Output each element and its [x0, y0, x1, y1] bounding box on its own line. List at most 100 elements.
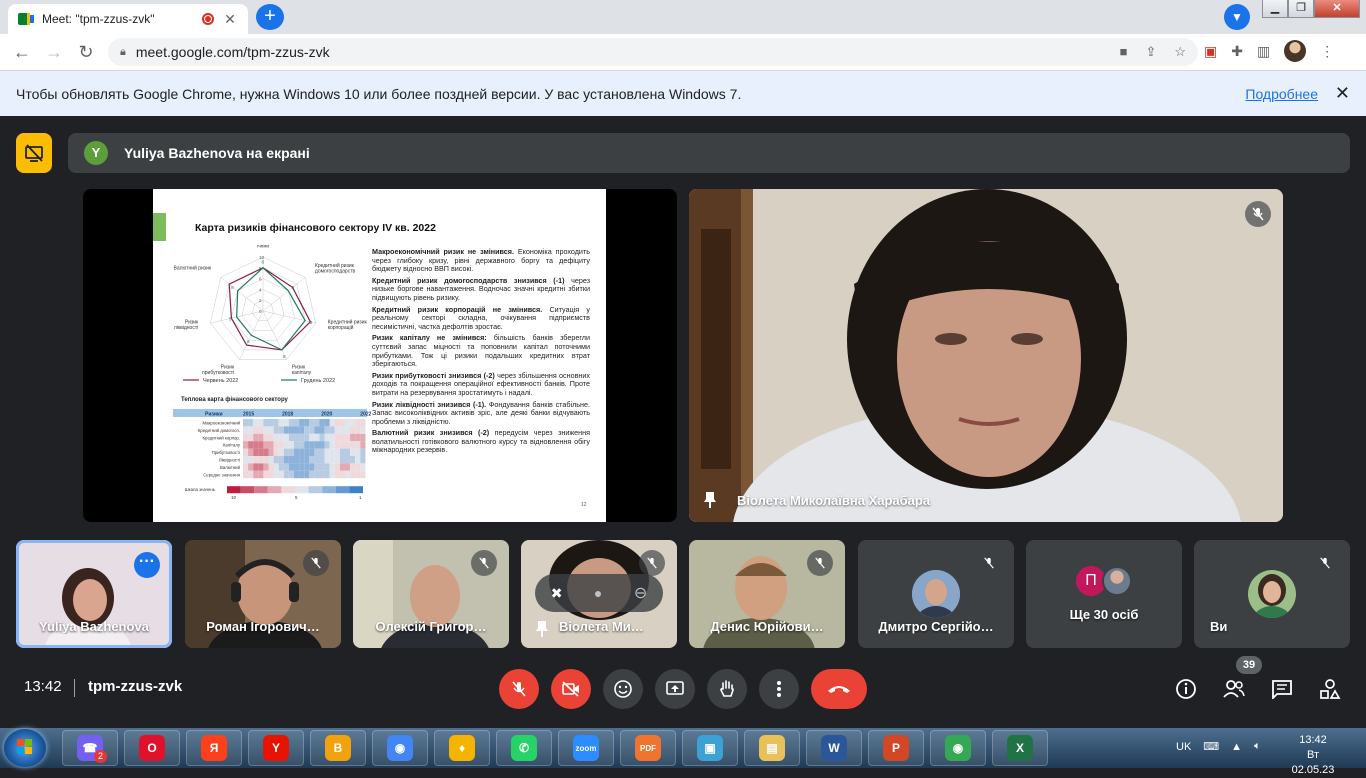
heatmap-cell [278, 441, 284, 449]
extensions-puzzle-icon[interactable]: ✚ [1231, 43, 1243, 60]
back-arrow-icon[interactable]: ← [6, 42, 38, 63]
taskbar-app-whatsapp[interactable]: ✆ [496, 730, 552, 766]
minimize-icon[interactable]: ▁ [1262, 0, 1288, 18]
keyboard-icon[interactable]: ⌨ [1203, 740, 1219, 753]
opera-icon: O [139, 735, 165, 761]
camera-blocked-icon[interactable]: ■ [1120, 44, 1128, 60]
participant-tile[interactable]: ··· Yuliya Bazhenova [16, 540, 172, 648]
heatmap-header-bar [173, 409, 367, 417]
extension-pocket-icon[interactable]: ▣ [1204, 43, 1217, 60]
self-tile[interactable]: Ви [1194, 540, 1350, 648]
heatmap-cell [345, 419, 351, 427]
participant-name: Олексій Григор… [375, 619, 487, 634]
share-icon[interactable]: ⇪ [1145, 44, 1156, 60]
present-screen-button[interactable] [655, 669, 695, 709]
more-options-button[interactable] [759, 669, 799, 709]
heatmap-cell [294, 463, 300, 471]
heatmap-cell [243, 426, 249, 434]
heatmap-row-label: Валютний [220, 465, 241, 470]
activities-icon[interactable] [1317, 676, 1343, 702]
remove-participant-icon[interactable]: ⊖ [634, 583, 647, 603]
heatmap-cell [278, 433, 284, 442]
heatmap-cell [248, 433, 254, 442]
heatmap-legend-cell [254, 486, 268, 494]
start-button[interactable] [4, 729, 46, 767]
heatmap-cell [248, 441, 254, 449]
taskbar-app-vpn[interactable]: B [310, 730, 366, 766]
taskbar-app-yandex-y[interactable]: Y [248, 730, 304, 766]
heatmap-cell [324, 456, 330, 464]
heatmap-cell [345, 433, 351, 442]
heatmap-cell [294, 441, 300, 449]
heatmap-legend-cell [335, 486, 350, 494]
tab-close-icon[interactable]: ✕ [222, 11, 238, 28]
heatmap-legend-cell [322, 486, 336, 494]
heatmap-chart: Ризики 2015 2018 2020 2022 Макроекономічний Кр… [173, 409, 371, 500]
browser-tab[interactable]: Meet: "tpm-zzus-zvk" ✕ [8, 4, 248, 34]
reload-icon[interactable]: ↻ [70, 42, 102, 63]
meeting-details-icon[interactable] [1173, 676, 1199, 702]
chrome-alt-icon: ◉ [945, 735, 971, 761]
taskbar-app-powerpoint[interactable]: P [868, 730, 924, 766]
tab-search-icon[interactable]: ▼ [1224, 4, 1250, 30]
taskbar-app-explorer[interactable]: ▤ [744, 730, 800, 766]
microphone-toggle-button[interactable] [499, 669, 539, 709]
pin-icon[interactable] [703, 491, 717, 509]
main-speaker-video[interactable]: Віолета Миколаївна Харабара [689, 189, 1283, 522]
participant-tile[interactable]: Роман Ігорович… [185, 540, 341, 648]
shared-screen[interactable]: Карта ризиків фінансового сектору IV кв.… [83, 189, 677, 522]
heatmap-cell [355, 456, 361, 464]
taskbar-app-opera[interactable]: O [124, 730, 180, 766]
participant-name: Ви [1210, 619, 1228, 634]
learn-more-link[interactable]: Подробнее [1245, 86, 1318, 102]
raise-hand-button[interactable] [707, 669, 747, 709]
taskbar-app-chrome[interactable]: ◉ [372, 730, 428, 766]
forward-arrow-icon[interactable]: → [38, 42, 70, 63]
taskbar-app-chrome-alt[interactable]: ◉ [930, 730, 986, 766]
close-window-icon[interactable]: ✕ [1314, 0, 1360, 18]
speaker-video-frame [689, 189, 1283, 522]
reactions-button[interactable] [603, 669, 643, 709]
people-icon[interactable] [1221, 676, 1247, 702]
mic-off-icon [303, 550, 329, 576]
taskbar-app-vpn-shield[interactable]: ♦ [434, 730, 490, 766]
side-panel-icon[interactable]: ▥ [1257, 43, 1270, 60]
taskbar-clock[interactable]: 13:42 Вт 02.05.23 [1290, 733, 1336, 778]
unpin-icon[interactable]: ✖︎ [551, 585, 563, 602]
heatmap-cell [314, 441, 320, 449]
participant-tile[interactable]: Олексій Григор… [353, 540, 509, 648]
stop-presenting-button[interactable] [16, 133, 52, 173]
new-tab-button[interactable]: + [256, 4, 284, 30]
taskbar-app-zoom[interactable]: zoom [558, 730, 614, 766]
taskbar-app-yandex[interactable]: Я [186, 730, 242, 766]
heatmap-year-label: 2015 [243, 412, 254, 418]
leave-call-button[interactable] [811, 669, 867, 709]
profile-avatar[interactable] [1284, 40, 1307, 62]
heatmap-cell [258, 448, 264, 456]
kebab-menu-icon[interactable]: ⋮ [1320, 43, 1334, 60]
taskbar-app-box[interactable]: ▣ [682, 730, 738, 766]
volume-icon[interactable]: 🔈︎ [1254, 740, 1261, 753]
language-indicator[interactable]: UK [1176, 741, 1191, 753]
taskbar-app-pdf[interactable]: PDF [620, 730, 676, 766]
pdf-icon: PDF [635, 735, 661, 761]
more-participants-tile[interactable]: П Ще 30 осіб [1026, 540, 1182, 648]
participant-tile[interactable]: Дмитро Сергійо… [858, 540, 1014, 648]
tray-expand-icon[interactable]: ▲ [1231, 741, 1242, 753]
heatmap-cell [299, 441, 305, 449]
taskbar-app-viber[interactable]: ☎ 2 [62, 730, 118, 766]
heatmap-cell [299, 463, 305, 471]
restore-icon[interactable]: ❐ [1288, 0, 1314, 18]
infobar-close-icon[interactable]: ✕ [1335, 83, 1350, 104]
more-options-button[interactable]: ··· [134, 552, 160, 578]
taskbar-app-word[interactable]: W [806, 730, 862, 766]
participant-tile[interactable]: ✖︎ ● ⊖ Віолета Ми… [521, 540, 677, 648]
camera-toggle-button[interactable] [551, 669, 591, 709]
address-bar[interactable]: 🔒︎ meet.google.com/tpm-zzus-zvk ■ ⇪ ☆ [108, 38, 1198, 66]
participant-tile[interactable]: Денис Юрійови… [689, 540, 845, 648]
mute-participant-icon[interactable]: ● [594, 585, 602, 601]
bookmark-star-icon[interactable]: ☆ [1174, 44, 1186, 60]
taskbar-app-excel[interactable]: X [992, 730, 1048, 766]
chat-icon[interactable] [1269, 676, 1295, 702]
self-avatar [1248, 570, 1296, 618]
